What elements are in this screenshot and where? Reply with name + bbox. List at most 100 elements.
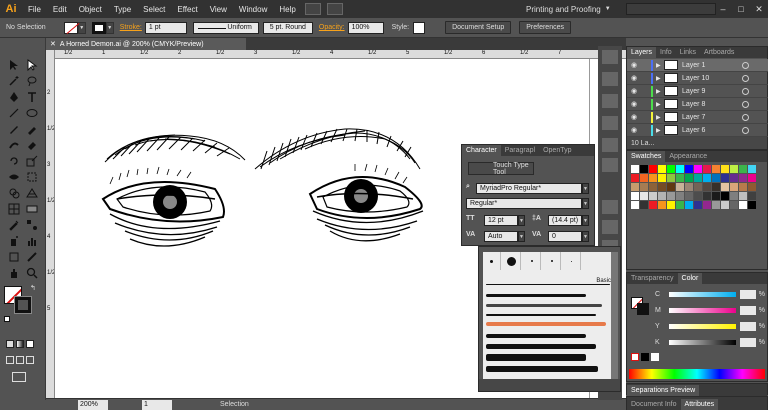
default-colors-icon[interactable] <box>4 316 10 322</box>
zoom-field[interactable]: 200% <box>78 399 108 410</box>
width-tool-icon[interactable] <box>6 170 22 184</box>
tab-opentype[interactable]: OpenTyp <box>539 147 575 154</box>
brush-ink[interactable] <box>486 334 586 338</box>
swatch[interactable] <box>667 183 675 191</box>
swatch[interactable] <box>685 201 693 209</box>
lasso-tool-icon[interactable] <box>24 74 40 88</box>
swatch[interactable] <box>739 174 747 182</box>
swatch[interactable] <box>667 165 675 173</box>
screen-mode-icon[interactable] <box>12 372 26 382</box>
swatch[interactable] <box>640 201 648 209</box>
swatch[interactable] <box>649 183 657 191</box>
swatch[interactable] <box>694 183 702 191</box>
font-family-dropdown[interactable]: ▼ <box>582 183 589 194</box>
character-panel-icon[interactable] <box>602 200 618 214</box>
menu-type[interactable]: Type <box>108 5 137 14</box>
swatch[interactable] <box>649 174 657 182</box>
brush-tiny-dot[interactable] <box>543 252 561 270</box>
layer-row[interactable]: ◉ ▶ Layer 7 <box>627 111 768 124</box>
swatch[interactable] <box>739 201 747 209</box>
tracking-field[interactable]: 0 <box>548 231 582 242</box>
font-size-field[interactable]: 12 pt <box>484 215 518 226</box>
shape-builder-tool-icon[interactable] <box>6 186 22 200</box>
brush-large-round[interactable] <box>503 252 521 270</box>
fill-swatch[interactable] <box>63 21 78 34</box>
swatch[interactable] <box>694 201 702 209</box>
visibility-eye-icon[interactable]: ◉ <box>627 61 641 69</box>
brush-dry-ink[interactable] <box>486 344 596 349</box>
visibility-eye-icon[interactable]: ◉ <box>627 100 641 108</box>
pen-tool-icon[interactable] <box>6 90 22 104</box>
brush-hairline[interactable] <box>563 252 581 270</box>
swatch[interactable] <box>703 192 711 200</box>
swatch[interactable] <box>721 183 729 191</box>
target-circle-icon[interactable] <box>742 61 749 69</box>
swap-colors-icon[interactable]: ↰ <box>30 284 38 292</box>
hand-tool-icon[interactable] <box>6 266 22 280</box>
swatch[interactable] <box>667 174 675 182</box>
swatch[interactable] <box>748 192 756 200</box>
transparency-panel-icon[interactable] <box>602 158 618 172</box>
black-slider[interactable] <box>668 339 737 345</box>
swatch[interactable] <box>721 192 729 200</box>
mesh-tool-icon[interactable] <box>6 202 22 216</box>
layer-row[interactable]: ◉ ▶ Layer 10 <box>627 72 768 85</box>
perspective-grid-tool-icon[interactable] <box>24 186 40 200</box>
expand-arrow-icon[interactable]: ▶ <box>656 114 664 121</box>
swatch[interactable] <box>721 201 729 209</box>
brush-chalk[interactable] <box>486 304 602 307</box>
font-style-dropdown[interactable]: ▼ <box>582 198 589 209</box>
swatch[interactable] <box>667 192 675 200</box>
menu-window[interactable]: Window <box>233 5 273 14</box>
brush-fire-ash[interactable] <box>486 366 598 372</box>
menu-help[interactable]: Help <box>273 5 301 14</box>
tab-layers[interactable]: Layers <box>627 47 657 58</box>
stroke-swatch[interactable] <box>91 21 106 34</box>
kerning-field[interactable]: Auto <box>484 231 518 242</box>
close-icon[interactable]: ✕ <box>750 0 768 18</box>
swatch[interactable] <box>658 192 666 200</box>
column-graph-tool-icon[interactable] <box>24 234 40 248</box>
swatch[interactable] <box>739 165 747 173</box>
tracking-dropdown[interactable]: ▼ <box>582 231 589 242</box>
swatch[interactable] <box>658 174 666 182</box>
visibility-eye-icon[interactable]: ◉ <box>627 87 641 95</box>
expand-arrow-icon[interactable]: ▶ <box>656 127 664 134</box>
leading-dropdown[interactable]: ▼ <box>582 215 589 226</box>
menu-select[interactable]: Select <box>137 5 171 14</box>
swatch[interactable] <box>640 174 648 182</box>
tab-separations-preview[interactable]: Separations Preview <box>627 384 700 396</box>
minimize-icon[interactable]: – <box>714 0 732 18</box>
style-swatch[interactable] <box>413 21 426 34</box>
gradient-tool-icon[interactable] <box>24 202 40 216</box>
swatch[interactable] <box>640 183 648 191</box>
brush-arrow-orange[interactable] <box>486 322 606 326</box>
swatch[interactable] <box>730 192 738 200</box>
magic-wand-tool-icon[interactable] <box>6 74 22 88</box>
paragraph-panel-icon[interactable] <box>602 220 618 234</box>
layer-row[interactable]: ◉ ▶ Layer 8 <box>627 98 768 111</box>
none-swatch[interactable] <box>631 353 639 361</box>
brush-basic[interactable] <box>486 284 610 285</box>
expand-arrow-icon[interactable]: ▶ <box>656 88 664 95</box>
swatch[interactable] <box>721 165 729 173</box>
target-circle-icon[interactable] <box>742 113 749 121</box>
target-circle-icon[interactable] <box>742 74 749 82</box>
tab-links[interactable]: Links <box>676 49 700 56</box>
expand-arrow-icon[interactable]: ▶ <box>656 75 664 82</box>
tab-appearance[interactable]: Appearance <box>665 153 711 160</box>
draw-behind-icon[interactable] <box>16 356 24 364</box>
search-field[interactable] <box>626 3 716 15</box>
graphic-styles-icon[interactable] <box>602 72 618 86</box>
swatch[interactable] <box>730 201 738 209</box>
swatch[interactable] <box>685 192 693 200</box>
symbols-icon[interactable] <box>602 94 618 108</box>
swatch[interactable] <box>694 192 702 200</box>
tab-swatches[interactable]: Swatches <box>627 151 666 162</box>
document-setup-button[interactable]: Document Setup <box>445 21 512 34</box>
swatch[interactable] <box>685 165 693 173</box>
stroke-dropdown[interactable]: ▼ <box>105 21 114 34</box>
menu-view[interactable]: View <box>204 5 233 14</box>
black-field[interactable] <box>740 337 756 347</box>
kerning-dropdown[interactable]: ▼ <box>518 231 525 242</box>
